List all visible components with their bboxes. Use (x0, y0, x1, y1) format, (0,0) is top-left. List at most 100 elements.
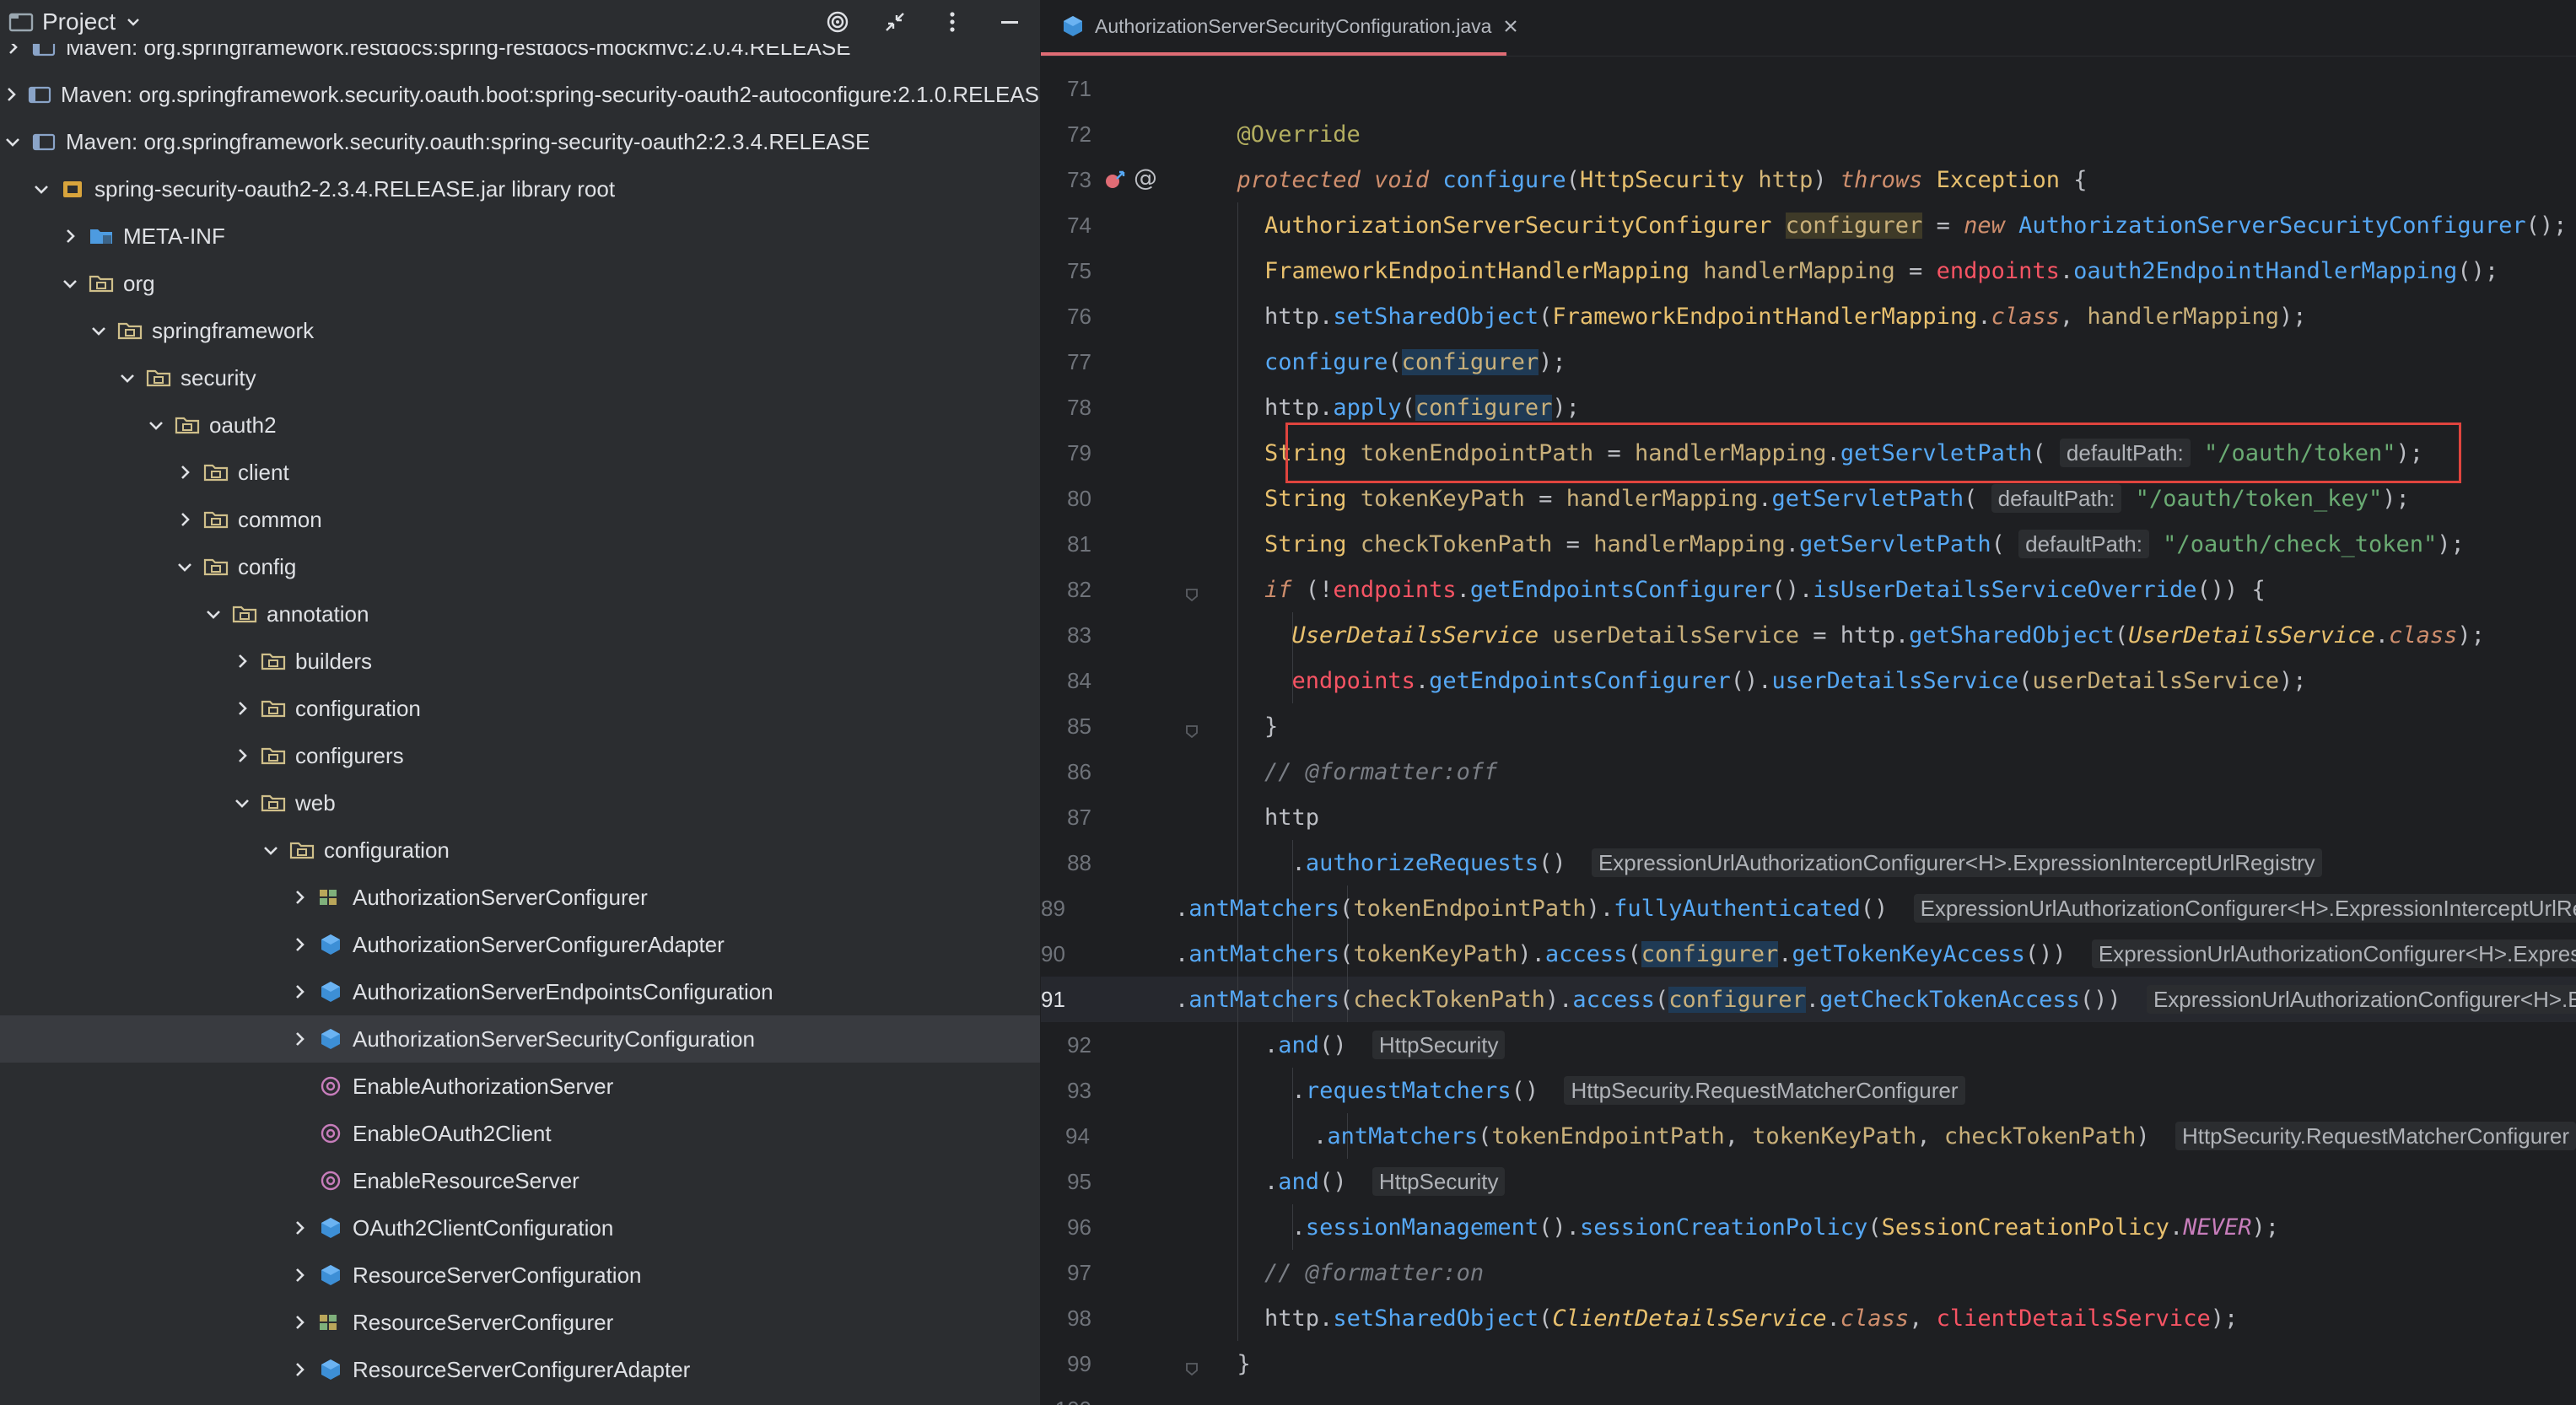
tree-item[interactable]: EnableOAuth2Client (0, 1110, 1040, 1157)
line-number[interactable]: 75 (1041, 258, 1091, 284)
chevron-right-icon[interactable] (59, 225, 81, 247)
code-line[interactable]: 82 if (!endpoints.getEndpointsConfigurer… (1041, 567, 2576, 612)
tree-item[interactable]: EnableResourceServer (0, 1157, 1040, 1204)
fold-icon[interactable] (1184, 719, 1199, 745)
chevron-right-icon[interactable] (231, 697, 253, 719)
tree-item[interactable]: configuration (0, 826, 1040, 874)
line-number[interactable]: 92 (1041, 1032, 1091, 1058)
chevron-down-icon[interactable] (231, 792, 253, 814)
chevron-right-icon[interactable] (288, 1264, 310, 1286)
tree-item[interactable]: AuthorizationServerConfigurer (0, 874, 1040, 921)
tree-item[interactable]: builders (0, 638, 1040, 685)
code-line[interactable]: 76 http.setSharedObject(FrameworkEndpoin… (1041, 293, 2576, 339)
tree-item[interactable]: Maven: org.springframework.security.oaut… (0, 71, 1040, 118)
tree-item[interactable]: common (0, 496, 1040, 543)
line-number[interactable]: 81 (1041, 531, 1091, 557)
tree-item[interactable]: AuthorizationServerConfigurerAdapter (0, 921, 1040, 968)
line-number[interactable]: 94 (1041, 1123, 1090, 1149)
tree-item[interactable]: ResourceServerConfiguration (0, 1252, 1040, 1299)
tree-item[interactable]: configuration (0, 685, 1040, 732)
code-line[interactable]: 99 } (1041, 1341, 2576, 1386)
code-line[interactable]: 83 UserDetailsService userDetailsService… (1041, 612, 2576, 658)
line-number[interactable]: 71 (1041, 76, 1091, 102)
tree-item[interactable]: spring-security-oauth2-2.3.4.RELEASE.jar… (0, 165, 1040, 213)
line-number[interactable]: 84 (1041, 668, 1091, 694)
code-line[interactable]: 75 FrameworkEndpointHandlerMapping handl… (1041, 248, 2576, 293)
tree-item[interactable]: ResourceServerConfigurer (0, 1299, 1040, 1346)
line-number[interactable]: 78 (1041, 395, 1091, 421)
line-number[interactable]: 82 (1041, 577, 1091, 603)
code-line[interactable]: 81 String checkTokenPath = handlerMappin… (1041, 521, 2576, 567)
chevron-right-icon[interactable] (288, 886, 310, 908)
code-line[interactable]: 72 @Override (1041, 111, 2576, 157)
chevron-down-icon[interactable] (2, 131, 24, 153)
tree-item[interactable]: EnableAuthorizationServer (0, 1063, 1040, 1110)
editor-tab[interactable]: AuthorizationServerSecurityConfiguration… (1041, 0, 1517, 56)
code-line[interactable]: 89 .antMatchers(tokenEndpointPath).fully… (1041, 886, 2576, 931)
code-line[interactable]: 90 .antMatchers(tokenKeyPath).access(con… (1041, 931, 2576, 977)
code-line[interactable]: 91 .antMatchers(checkTokenPath).access(c… (1041, 977, 2576, 1022)
chevron-right-icon[interactable] (174, 509, 196, 530)
chevron-right-icon[interactable] (288, 1311, 310, 1333)
code-line[interactable]: 73 @ protected void configure(HttpSecurit… (1041, 157, 2576, 202)
code-line[interactable]: 88 .authorizeRequests() ExpressionUrlAut… (1041, 840, 2576, 886)
chevron-down-icon[interactable] (59, 272, 81, 294)
chevron-down-icon[interactable] (174, 556, 196, 578)
chevron-right-icon[interactable] (2, 83, 20, 105)
line-number[interactable]: 74 (1041, 213, 1091, 239)
more-vertical-icon[interactable] (939, 8, 966, 35)
close-icon[interactable] (1503, 19, 1518, 34)
line-number[interactable]: 86 (1041, 759, 1091, 785)
tree-item[interactable]: Maven: org.springframework.security.oaut… (0, 118, 1040, 165)
chevron-right-icon[interactable] (288, 1217, 310, 1239)
line-number[interactable]: 79 (1041, 440, 1091, 466)
tree-item[interactable]: client (0, 449, 1040, 496)
line-number[interactable]: 90 (1041, 941, 1065, 967)
chevron-right-icon[interactable] (231, 745, 253, 767)
code-line[interactable]: 85 } (1041, 703, 2576, 749)
fold-icon[interactable] (1184, 582, 1199, 608)
line-number[interactable]: 87 (1041, 805, 1091, 831)
tree-item[interactable]: AuthorizationServerSecurityConfiguration (0, 1015, 1040, 1063)
code-line[interactable]: 97 // @formatter:on (1041, 1250, 2576, 1295)
line-number[interactable]: 72 (1041, 121, 1091, 148)
tree-item[interactable]: OAuth2ClientConfiguration (0, 1204, 1040, 1252)
tree-item[interactable]: org (0, 260, 1040, 307)
tree-item[interactable]: config (0, 543, 1040, 590)
code-line[interactable]: 100 (1041, 1386, 2576, 1405)
tree-item[interactable]: configurers (0, 732, 1040, 779)
line-number[interactable]: 83 (1041, 622, 1091, 649)
code-line[interactable]: 84 endpoints.getEndpointsConfigurer().us… (1041, 658, 2576, 703)
code-line[interactable]: 77 configure(configurer); (1041, 339, 2576, 385)
line-number[interactable]: 85 (1041, 713, 1091, 740)
code-line[interactable]: 93 .requestMatchers() HttpSecurity.Reque… (1041, 1068, 2576, 1113)
project-title[interactable]: Project (42, 8, 116, 35)
tree-item[interactable]: security (0, 354, 1040, 401)
chevron-down-icon[interactable] (145, 414, 167, 436)
code-line[interactable]: 96 .sessionManagement().sessionCreationP… (1041, 1204, 2576, 1250)
code-line[interactable]: 86 // @formatter:off (1041, 749, 2576, 794)
code-line[interactable]: 74 AuthorizationServerSecurityConfigurer… (1041, 202, 2576, 248)
tree-item[interactable]: ResourceServerConfigurerAdapter (0, 1346, 1040, 1393)
line-number[interactable]: 93 (1041, 1078, 1091, 1104)
line-number[interactable]: 91 (1041, 987, 1065, 1013)
tree-item[interactable]: annotation (0, 590, 1040, 638)
code-line[interactable]: 95 .and() HttpSecurity (1041, 1159, 2576, 1204)
line-number[interactable]: 80 (1041, 486, 1091, 512)
line-number[interactable]: 77 (1041, 349, 1091, 375)
tree-item[interactable]: web (0, 779, 1040, 826)
fold-icon[interactable] (1184, 1356, 1199, 1382)
line-number[interactable]: 99 (1041, 1351, 1091, 1377)
chevron-down-icon[interactable] (88, 320, 110, 342)
line-number[interactable]: 97 (1041, 1260, 1091, 1286)
chevron-down-icon[interactable] (30, 178, 52, 200)
code-line[interactable]: 94 .antMatchers(tokenEndpointPath, token… (1041, 1113, 2576, 1159)
line-number[interactable]: 73 (1041, 167, 1091, 193)
tree-item[interactable]: springframework (0, 307, 1040, 354)
annotation-marker-icon[interactable]: @ (1134, 164, 1157, 191)
tree-item[interactable]: oauth2 (0, 401, 1040, 449)
chevron-right-icon[interactable] (288, 1028, 310, 1050)
line-number[interactable]: 98 (1041, 1305, 1091, 1332)
chevron-right-icon[interactable] (288, 934, 310, 956)
chevron-right-icon[interactable] (174, 461, 196, 483)
